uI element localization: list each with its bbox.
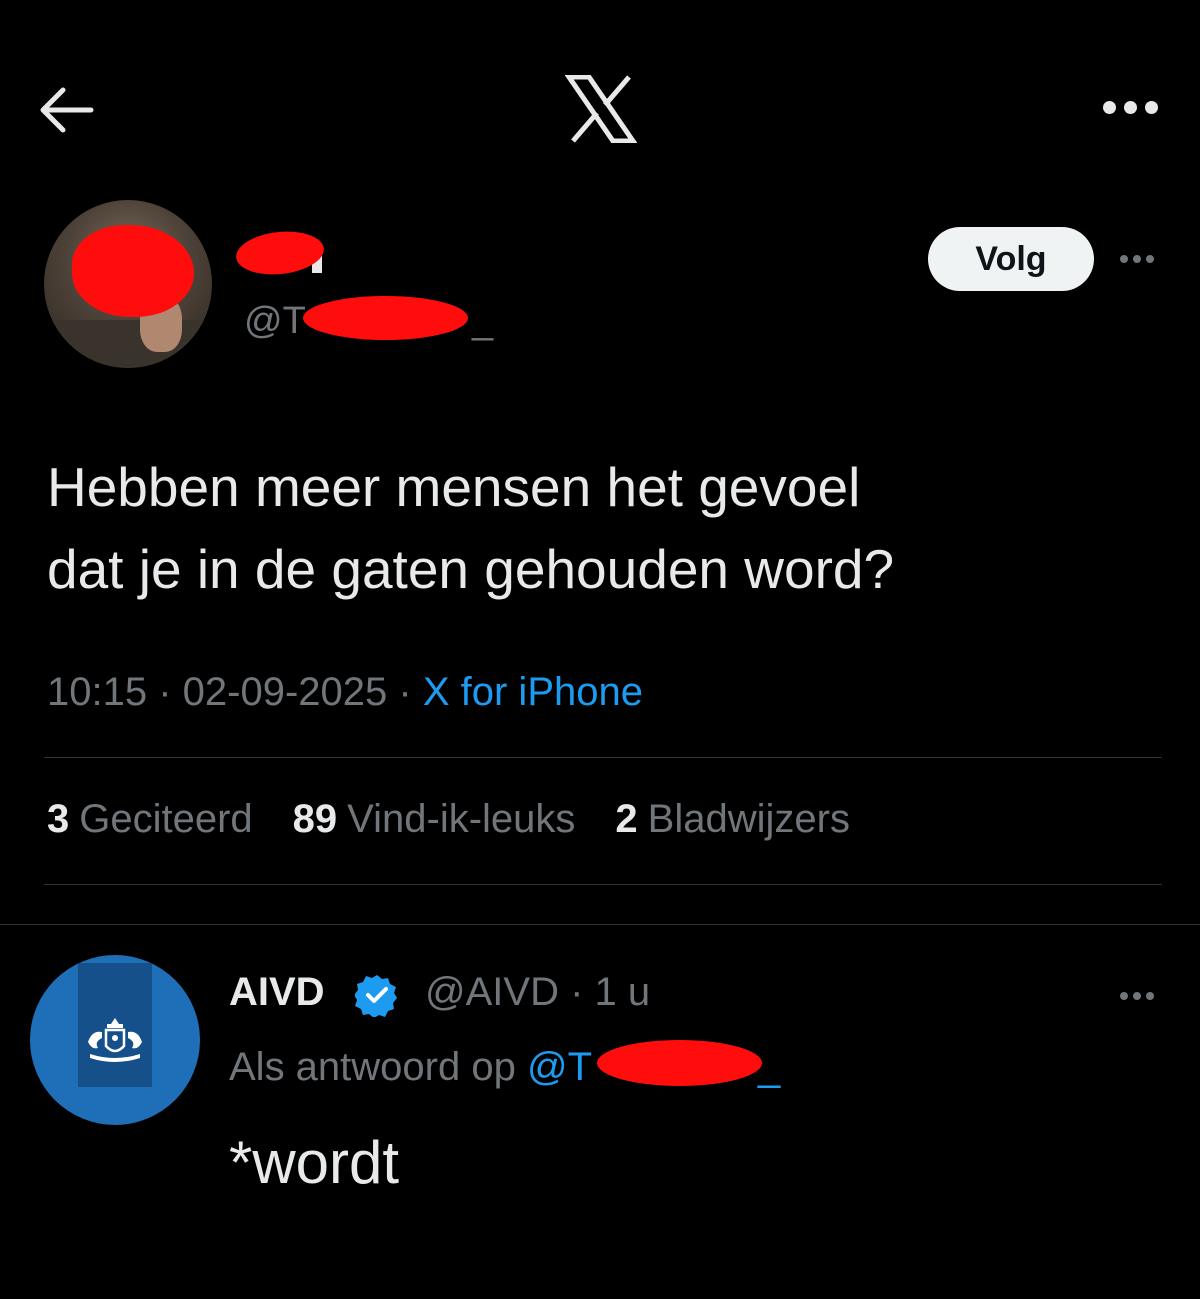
follow-button[interactable]: Volg bbox=[928, 227, 1094, 291]
author-handle-redaction bbox=[303, 296, 468, 340]
quotes-count: 3 bbox=[47, 797, 70, 841]
tweet-text: Hebben meer mensen het gevoel dat je in … bbox=[47, 446, 1147, 610]
more-dot bbox=[1144, 101, 1158, 114]
more-dot bbox=[1123, 101, 1137, 114]
reply-text: *wordt bbox=[229, 1129, 400, 1196]
tweet-more-button[interactable] bbox=[1112, 248, 1162, 270]
bookmarks-count: 2 bbox=[615, 797, 638, 841]
more-horizontal-icon bbox=[1120, 992, 1128, 1000]
tweet-time[interactable]: 10:15 bbox=[47, 670, 147, 714]
back-button[interactable] bbox=[30, 75, 100, 145]
quotes-label: Geciteerd bbox=[79, 797, 253, 841]
bookmarks-label: Bladwijzers bbox=[647, 797, 850, 841]
divider bbox=[44, 884, 1162, 885]
avatar-shirt bbox=[44, 320, 212, 368]
reply-author-handle: @AIVD · 1 u bbox=[425, 970, 650, 1015]
redaction-mark bbox=[72, 225, 194, 317]
tweet-meta: 10:15 · 02-09-2025 · X for iPhone bbox=[47, 670, 643, 715]
divider bbox=[44, 757, 1162, 758]
likes-stat[interactable]: 89 Vind-ik-leuks bbox=[293, 797, 576, 842]
likes-label: Vind-ik-leuks bbox=[347, 797, 576, 841]
tweet-text-line: dat je in de gaten gehouden word? bbox=[47, 538, 895, 600]
divider bbox=[0, 924, 1200, 925]
quotes-stat[interactable]: 3 Geciteerd bbox=[47, 797, 253, 842]
tweet-detail-page: @T _ Volg Hebben meer mensen het gevoel … bbox=[0, 0, 1200, 1299]
reply-age: 1 u bbox=[594, 970, 651, 1014]
tweet-source-link[interactable]: X for iPhone bbox=[423, 670, 643, 714]
bookmarks-stat[interactable]: 2 Bladwijzers bbox=[615, 797, 850, 842]
verified-badge-icon bbox=[355, 975, 397, 1017]
tweet-date[interactable]: 02-09-2025 bbox=[183, 670, 388, 714]
meta-separator: · bbox=[398, 670, 423, 714]
reply-mention-link[interactable]: @T bbox=[527, 1045, 592, 1089]
reply-to-label: Als antwoord op bbox=[229, 1045, 516, 1089]
author-avatar[interactable] bbox=[44, 200, 212, 368]
reply-mention-redaction bbox=[597, 1040, 762, 1086]
author-handle-prefix[interactable]: @T bbox=[244, 300, 306, 343]
author-handle-suffix: _ bbox=[472, 300, 494, 342]
reply-mention-suffix: _ bbox=[758, 1045, 781, 1089]
reply-context: Als antwoord op @T bbox=[229, 1045, 592, 1090]
more-horizontal-icon bbox=[1102, 101, 1116, 114]
more-dot bbox=[1146, 255, 1154, 263]
reply-author-name[interactable]: AIVD bbox=[229, 970, 325, 1015]
reply-more-button[interactable] bbox=[1112, 985, 1162, 1007]
reply-handle[interactable]: @AIVD bbox=[425, 970, 559, 1014]
reply-author-avatar[interactable] bbox=[30, 955, 200, 1125]
meta-separator: · bbox=[570, 970, 595, 1014]
top-bar bbox=[0, 0, 1200, 210]
tweet-text-line: Hebben meer mensen het gevoel bbox=[47, 456, 861, 518]
more-dot bbox=[1133, 255, 1141, 263]
x-logo-icon bbox=[565, 75, 637, 143]
tweet-stats: 3 Geciteerd 89 Vind-ik-leuks 2 Bladwijzers bbox=[47, 797, 850, 842]
more-horizontal-icon bbox=[1120, 255, 1128, 263]
more-dot bbox=[1133, 992, 1141, 1000]
more-options-button[interactable] bbox=[1090, 85, 1170, 130]
meta-separator: · bbox=[158, 670, 183, 714]
likes-count: 89 bbox=[292, 797, 338, 841]
more-dot bbox=[1146, 992, 1154, 1000]
coat-of-arms-icon bbox=[88, 1018, 142, 1062]
arrow-left-icon bbox=[40, 87, 94, 133]
